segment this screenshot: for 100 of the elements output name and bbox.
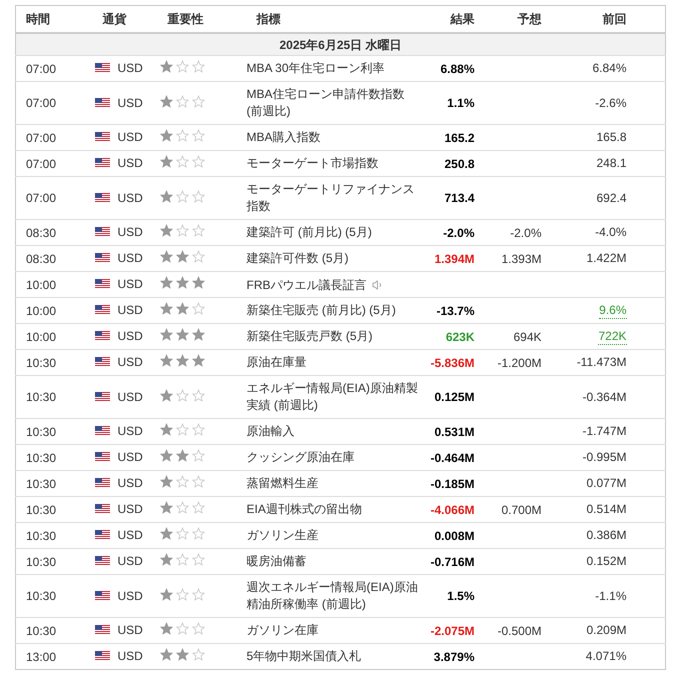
actual-value: 1.394M bbox=[434, 252, 474, 266]
filled-star-icon bbox=[176, 354, 188, 367]
event-time: 10:30 bbox=[26, 424, 56, 438]
previous-value: 6.84% bbox=[592, 61, 626, 77]
filled-star-icon bbox=[160, 354, 172, 367]
event-name[interactable]: 蒸留燃料生産 bbox=[246, 475, 420, 492]
flag-icon bbox=[94, 357, 110, 367]
actual-value: 713.4 bbox=[444, 191, 474, 205]
event-name[interactable]: ガソリン在庫 bbox=[246, 622, 420, 639]
event-name[interactable]: 週次エネルギー情報局(EIA)原油精油所稼働率 (前週比) bbox=[246, 579, 420, 613]
actual-value: 0.008M bbox=[434, 528, 474, 542]
event-name[interactable]: モーターゲートリファイナンス指数 bbox=[246, 181, 420, 215]
previous-value: -11.473M bbox=[576, 355, 626, 371]
empty-star-icon bbox=[192, 190, 204, 202]
event-name[interactable]: EIA週刊株式の留出物 bbox=[246, 501, 420, 518]
empty-star-icon bbox=[176, 622, 188, 635]
event-time: 10:30 bbox=[26, 390, 56, 404]
event-name[interactable]: ガソリン生産 bbox=[246, 527, 420, 544]
filled-star-icon bbox=[160, 224, 172, 237]
currency-code: USD bbox=[118, 276, 143, 292]
currency-code: USD bbox=[118, 224, 143, 240]
previous-value: 0.386M bbox=[586, 528, 626, 544]
currency-code: USD bbox=[118, 250, 143, 266]
forecast-value: 0.700M bbox=[501, 502, 542, 516]
filled-star-icon bbox=[160, 190, 172, 202]
previous-value: 722K bbox=[598, 329, 626, 345]
actual-value: 165.2 bbox=[444, 130, 474, 144]
filled-star-icon bbox=[160, 588, 172, 600]
event-name[interactable]: エネルギー情報局(EIA)原油精製実績 (前週比) bbox=[246, 380, 420, 414]
empty-star-icon bbox=[192, 553, 204, 566]
previous-value: 4.071% bbox=[586, 649, 626, 665]
currency-code: USD bbox=[118, 302, 143, 318]
event-time: 10:30 bbox=[26, 502, 56, 516]
empty-star-icon bbox=[176, 60, 188, 73]
actual-value: -0.185M bbox=[430, 476, 474, 490]
event-name[interactable]: 新築住宅販売戸数 (5月) bbox=[246, 328, 420, 345]
event-name[interactable]: モーターゲート市場指数 bbox=[246, 155, 420, 172]
empty-star-icon bbox=[176, 553, 188, 566]
currency-code: USD bbox=[118, 94, 143, 110]
filled-star-icon bbox=[160, 501, 172, 514]
filled-star-icon bbox=[160, 250, 172, 263]
empty-star-icon bbox=[192, 60, 204, 73]
event-name[interactable]: FRBパウエル議長証言 bbox=[246, 278, 366, 292]
event-name[interactable]: 建築許可件数 (5月) bbox=[246, 250, 420, 267]
event-name[interactable]: 原油在庫量 bbox=[246, 354, 420, 371]
empty-star-icon bbox=[176, 475, 188, 488]
previous-value: 0.152M bbox=[586, 554, 626, 570]
actual-value: -5.836M bbox=[430, 356, 474, 370]
currency-code: USD bbox=[118, 354, 143, 370]
empty-star-icon bbox=[192, 224, 204, 237]
currency-code: USD bbox=[118, 155, 143, 171]
empty-star-icon bbox=[192, 155, 204, 168]
event-name[interactable]: 原油輸入 bbox=[246, 423, 420, 440]
event-name[interactable]: MBA購入指数 bbox=[246, 129, 420, 146]
actual-value: -2.075M bbox=[430, 624, 474, 638]
filled-star-icon bbox=[160, 60, 172, 73]
flag-icon bbox=[94, 253, 110, 263]
empty-star-icon bbox=[192, 250, 204, 263]
flag-icon bbox=[94, 625, 110, 635]
event-time: 10:30 bbox=[26, 554, 56, 568]
event-name[interactable]: 5年物中期米国債入札 bbox=[246, 648, 420, 665]
filled-star-icon bbox=[176, 449, 188, 462]
currency-code: USD bbox=[118, 475, 143, 491]
event-time: 08:30 bbox=[26, 252, 56, 266]
event-name[interactable]: 新築住宅販売 (前月比) (5月) bbox=[246, 302, 420, 319]
previous-value: -0.995M bbox=[582, 450, 626, 466]
previous-value: -1.1% bbox=[595, 588, 626, 604]
currency-code: USD bbox=[118, 328, 143, 344]
event-time: 07:00 bbox=[26, 96, 56, 110]
event-name[interactable]: MBA住宅ローン申請件数指数 (前週比) bbox=[246, 86, 420, 120]
filled-star-icon bbox=[192, 354, 204, 367]
event-time: 07:00 bbox=[26, 62, 56, 76]
actual-value: 0.531M bbox=[434, 424, 474, 438]
event-name[interactable]: 暖房油備蓄 bbox=[246, 553, 420, 570]
actual-value: 1.5% bbox=[447, 589, 474, 603]
event-name[interactable]: 建築許可 (前月比) (5月) bbox=[246, 224, 420, 241]
flag-icon bbox=[94, 158, 110, 168]
empty-star-icon bbox=[192, 129, 204, 142]
date-heading: 2025年6月25日 水曜日 bbox=[279, 38, 402, 52]
event-time: 10:00 bbox=[26, 330, 56, 344]
currency-code: USD bbox=[118, 60, 143, 76]
event-time: 10:00 bbox=[26, 304, 56, 318]
event-name[interactable]: MBA 30年住宅ローン利率 bbox=[246, 60, 420, 77]
empty-star-icon bbox=[192, 449, 204, 462]
filled-star-icon bbox=[160, 423, 172, 436]
currency-code: USD bbox=[118, 527, 143, 543]
empty-star-icon bbox=[176, 423, 188, 436]
flag-icon bbox=[94, 651, 110, 661]
filled-star-icon bbox=[160, 328, 172, 341]
flag-icon bbox=[94, 63, 110, 73]
event-name[interactable]: クッシング原油在庫 bbox=[246, 449, 420, 466]
filled-star-icon bbox=[176, 302, 188, 315]
actual-value: 6.88% bbox=[440, 62, 474, 76]
previous-value: -2.6% bbox=[595, 96, 626, 112]
filled-star-icon bbox=[160, 622, 172, 635]
flag-icon bbox=[94, 426, 110, 436]
empty-star-icon bbox=[176, 155, 188, 168]
empty-star-icon bbox=[192, 648, 204, 661]
filled-star-icon bbox=[192, 276, 204, 289]
event-time: 10:30 bbox=[26, 528, 56, 542]
